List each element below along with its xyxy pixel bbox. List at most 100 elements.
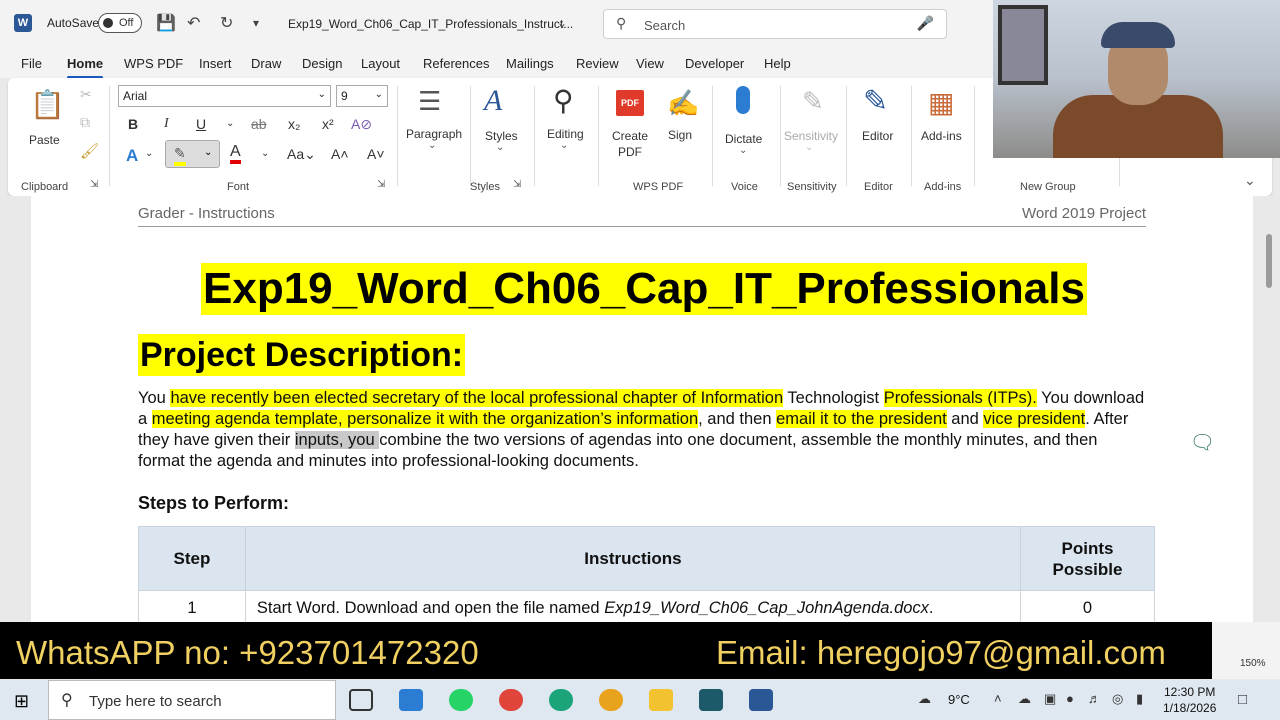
document-page[interactable]: Grader - Instructions Word 2019 Project …	[31, 196, 1253, 627]
chevron-down-icon[interactable]: ⌄	[557, 16, 567, 30]
chevron-down-icon[interactable]: ⌄	[226, 118, 234, 129]
whatsapp-text: WhatsAPP no: +923701472320	[16, 634, 479, 671]
find-icon[interactable]: ⚲	[553, 84, 574, 117]
volume-icon[interactable]: ♬	[1088, 691, 1101, 706]
vertical-scrollbar[interactable]	[1266, 206, 1272, 614]
add-ins-icon[interactable]: ▦	[928, 86, 954, 119]
autosave-toggle[interactable]: Off	[98, 13, 142, 33]
dictate-button[interactable]: Dictate	[725, 132, 762, 146]
tab-draw[interactable]: Draw	[251, 56, 281, 71]
chevron-down-icon[interactable]: ⌄	[496, 142, 504, 153]
tab-design[interactable]: Design	[302, 56, 342, 71]
underline-icon[interactable]: U	[196, 116, 206, 132]
redo-icon[interactable]: ↻	[220, 13, 233, 33]
document-title[interactable]: Exp19_Word_Ch06_Cap_IT_Professionals_Ins…	[288, 17, 573, 31]
change-case-icon[interactable]: Aa⌄	[287, 146, 316, 163]
paragraph-icon[interactable]: ☰	[418, 86, 441, 117]
tab-developer[interactable]: Developer	[685, 56, 744, 71]
save-icon[interactable]: 💾	[156, 13, 176, 33]
tab-layout[interactable]: Layout	[361, 56, 400, 71]
font-name-box[interactable]: Arial ⌄	[118, 85, 331, 107]
file-explorer-icon[interactable]	[649, 689, 673, 711]
cut-icon[interactable]: ✂	[80, 86, 92, 103]
styles-icon[interactable]: A	[484, 84, 502, 118]
microphone-icon[interactable]	[736, 86, 750, 114]
tab-file[interactable]: File	[21, 56, 42, 71]
shrink-font-icon[interactable]: A˅	[367, 146, 385, 162]
tab-insert[interactable]: Insert	[199, 56, 232, 71]
sign-icon[interactable]: ✍	[667, 88, 699, 119]
network-icon[interactable]: ▣	[1044, 691, 1056, 707]
sign-button[interactable]: Sign	[668, 128, 692, 142]
screen-recorder-icon[interactable]	[699, 689, 723, 711]
create-pdf-button[interactable]: Create PDF	[608, 128, 652, 160]
zoom-level[interactable]: 150%	[1240, 658, 1266, 669]
chevron-down-icon[interactable]: ⌄	[261, 148, 269, 159]
paste-button[interactable]: Paste	[29, 133, 60, 147]
edge-icon[interactable]	[549, 689, 573, 711]
collapse-ribbon-icon[interactable]: ⌄	[1244, 172, 1256, 189]
tab-view[interactable]: View	[636, 56, 664, 71]
microphone-icon[interactable]: 🎤	[917, 15, 934, 32]
tab-mailings[interactable]: Mailings	[506, 56, 554, 71]
font-color-icon[interactable]: A	[230, 144, 241, 164]
styles-button[interactable]: Styles	[485, 129, 518, 143]
store-icon[interactable]	[399, 689, 423, 711]
tab-review[interactable]: Review	[576, 56, 619, 71]
customize-qat-icon[interactable]: ▾	[253, 16, 259, 30]
strikethrough-icon[interactable]: ab	[251, 116, 267, 132]
bold-icon[interactable]: B	[128, 116, 138, 132]
paragraph-button[interactable]: Paragraph	[406, 127, 462, 141]
chevron-down-icon[interactable]: ⌄	[145, 148, 153, 159]
grow-font-icon[interactable]: A˄	[331, 146, 349, 162]
tab-references[interactable]: References	[423, 56, 489, 71]
clipboard-launcher-icon[interactable]: ⇲	[90, 179, 98, 190]
word-taskbar-icon[interactable]	[749, 689, 773, 711]
battery-icon[interactable]: ▮	[1136, 691, 1143, 707]
chevron-down-icon[interactable]: ⌄	[428, 140, 436, 151]
cloud-icon[interactable]: ☁	[1018, 691, 1031, 707]
clock[interactable]: 12:30 PM 1/18/2026	[1163, 684, 1216, 716]
tab-wps-pdf[interactable]: WPS PDF	[124, 56, 183, 71]
superscript-icon[interactable]: x²	[322, 116, 334, 132]
tab-home[interactable]: Home	[67, 56, 104, 79]
tab-help[interactable]: Help	[764, 56, 791, 71]
editor-button[interactable]: Editor	[862, 129, 893, 143]
highlight-color-button[interactable]: ✎ ⌄	[165, 140, 220, 168]
undo-icon[interactable]: ↶	[187, 13, 200, 33]
create-pdf-icon[interactable]: PDF	[616, 90, 644, 116]
paste-icon[interactable]: 📋	[30, 88, 65, 121]
chrome-icon[interactable]	[499, 689, 523, 711]
taskbar-search[interactable]: ⚲ Type here to search	[48, 680, 336, 720]
chevron-up-icon[interactable]: ˄	[994, 691, 1002, 706]
notifications-icon[interactable]: □	[1238, 691, 1247, 708]
windows-start-icon[interactable]: ⊞	[14, 691, 29, 712]
para-highlight: have recently been elected secretary of …	[170, 389, 784, 407]
chevron-down-icon[interactable]: ⌄	[739, 145, 747, 156]
clear-formatting-icon[interactable]: A⊘	[351, 116, 372, 133]
editor-icon[interactable]: ✎	[863, 84, 888, 119]
description-paragraph[interactable]: You have recently been elected secretary…	[138, 388, 1148, 472]
chevron-down-icon[interactable]: ⌄	[560, 140, 568, 151]
text-effects-icon[interactable]: A	[126, 146, 138, 166]
chrome-profile-icon[interactable]	[599, 689, 623, 711]
search-box[interactable]: ⚲ Search 🎤	[603, 9, 947, 39]
task-view-icon[interactable]	[349, 689, 373, 711]
font-launcher-icon[interactable]: ⇲	[377, 179, 385, 190]
copy-icon[interactable]: ⧉	[80, 114, 90, 131]
styles-launcher-icon[interactable]: ⇲	[513, 179, 521, 190]
weather-icon[interactable]: ☁	[918, 691, 931, 707]
italic-icon[interactable]: I	[164, 116, 169, 132]
add-ins-button[interactable]: Add-ins	[921, 129, 962, 143]
whatsapp-icon[interactable]	[449, 689, 473, 711]
highlighter-icon: ✎	[174, 145, 186, 166]
new-comment-icon[interactable]: 🗨	[1190, 430, 1215, 455]
scrollbar-thumb[interactable]	[1266, 234, 1272, 288]
font-size-box[interactable]: 9 ⌄	[336, 85, 388, 107]
editing-button[interactable]: Editing	[547, 127, 584, 141]
microphone-tray-icon[interactable]: ●	[1066, 691, 1074, 706]
temperature[interactable]: 9°C	[948, 692, 970, 707]
subscript-icon[interactable]: x₂	[288, 116, 300, 132]
format-painter-icon[interactable]: 🖌	[80, 142, 99, 160]
language-icon[interactable]: ◎	[1112, 691, 1123, 707]
